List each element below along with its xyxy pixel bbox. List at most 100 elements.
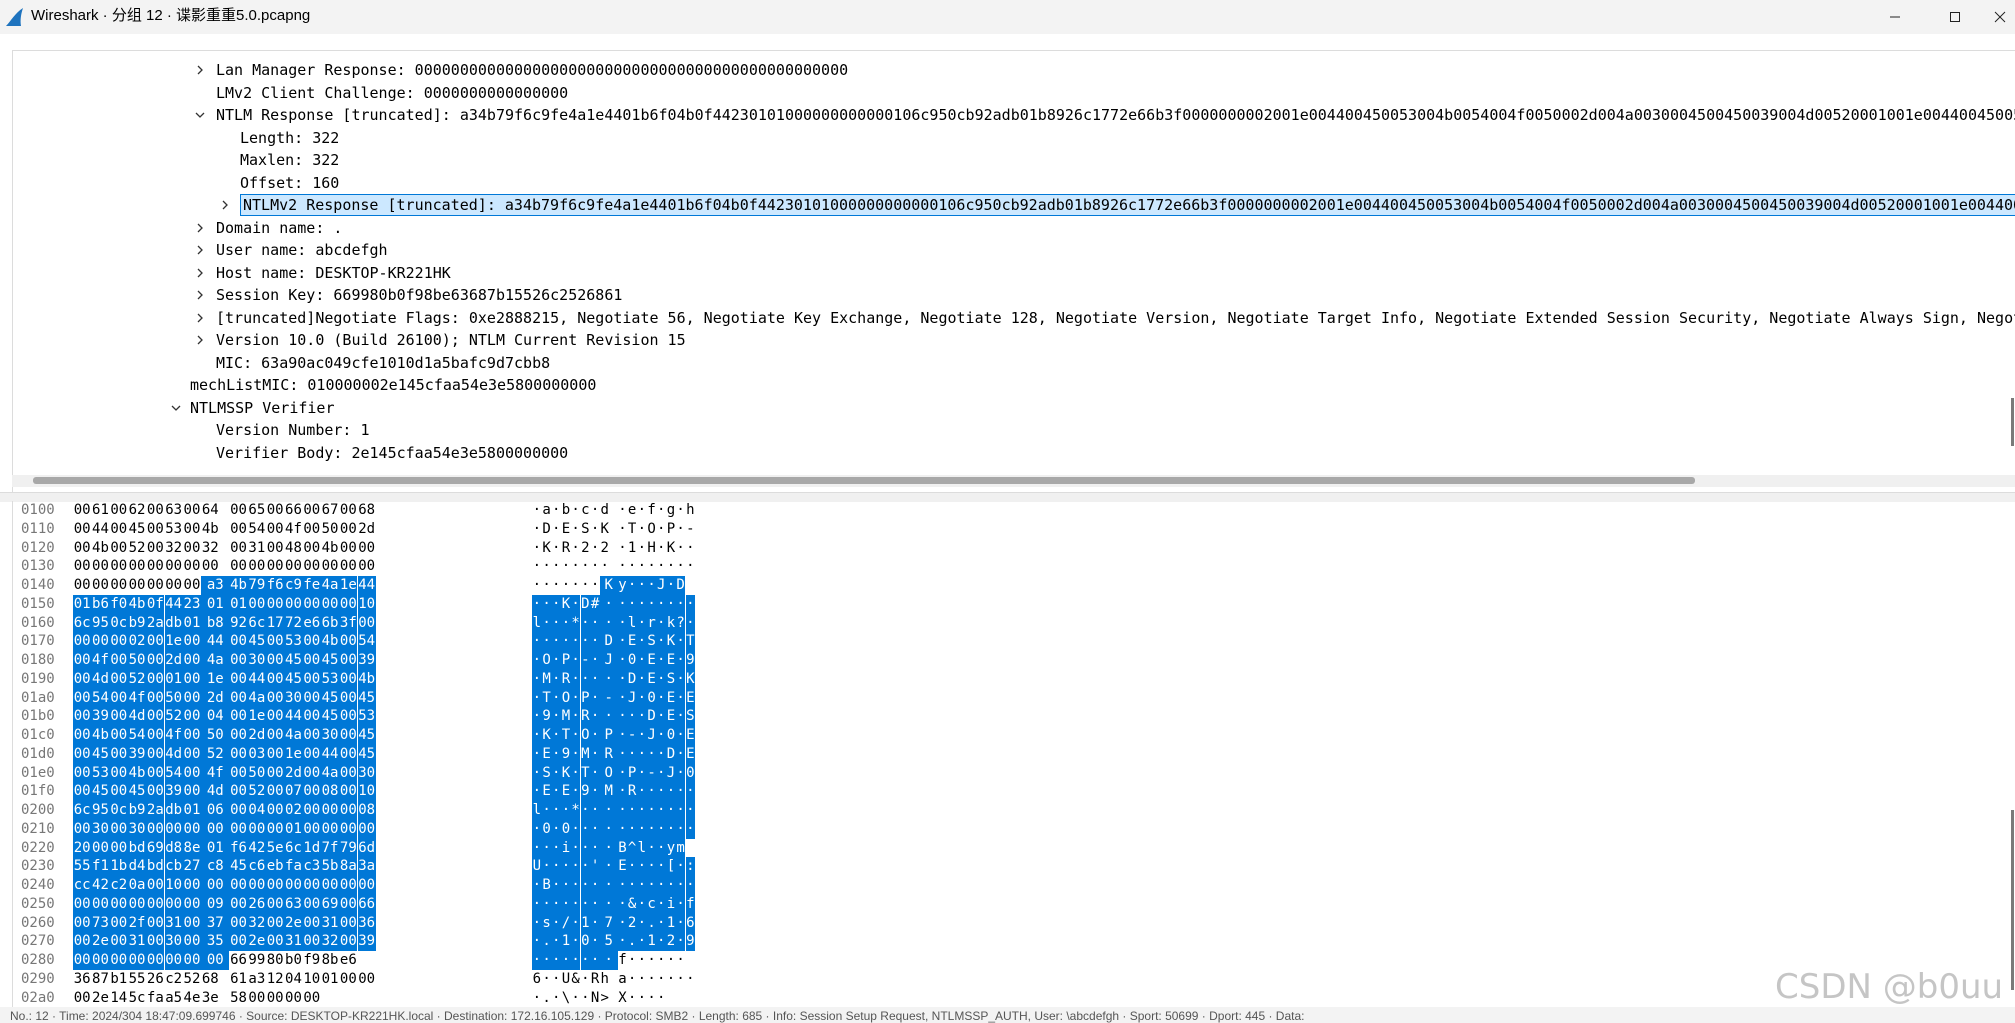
hex-byte[interactable]: 00: [91, 632, 110, 651]
hex-byte[interactable]: eb: [266, 857, 285, 876]
ascii-char[interactable]: ·: [551, 894, 562, 914]
ascii-char[interactable]: ·: [571, 989, 581, 1008]
hex-byte[interactable]: 00: [109, 669, 128, 689]
ascii-char[interactable]: ·: [627, 876, 637, 895]
hex-byte[interactable]: 00: [229, 782, 248, 801]
hex-byte[interactable]: 00: [182, 951, 202, 970]
hex-byte[interactable]: 00: [339, 707, 358, 726]
ascii-char[interactable]: 1: [561, 932, 571, 951]
ascii-char[interactable]: ·: [637, 576, 647, 595]
hex-byte[interactable]: 00: [320, 876, 340, 895]
ascii-char[interactable]: ·: [656, 819, 667, 839]
hex-byte[interactable]: 00: [303, 520, 321, 539]
ascii-char[interactable]: ·: [590, 876, 600, 895]
hex-byte[interactable]: 42: [247, 838, 266, 858]
hex-byte[interactable]: 58: [229, 989, 247, 1008]
ascii-char[interactable]: ·: [676, 501, 686, 520]
hex-byte[interactable]: 02: [127, 632, 147, 651]
ascii-char[interactable]: E: [627, 632, 637, 651]
ascii-char[interactable]: ·: [599, 801, 618, 820]
hex-byte[interactable]: 6c: [73, 801, 92, 820]
hex-byte[interactable]: a5: [165, 989, 183, 1008]
ascii-char[interactable]: 0: [685, 763, 696, 783]
hex-byte[interactable]: 04: [201, 707, 230, 726]
ascii-char[interactable]: ·: [685, 801, 696, 820]
ascii-char[interactable]: ·: [617, 669, 628, 689]
ascii-char[interactable]: ·: [590, 539, 600, 558]
ascii-char[interactable]: ·: [590, 932, 600, 951]
hex-byte[interactable]: 00: [266, 932, 285, 951]
ascii-char[interactable]: ·: [627, 576, 637, 595]
ascii-char[interactable]: 5: [599, 932, 618, 951]
ascii-char[interactable]: E: [541, 782, 552, 801]
hex-byte[interactable]: 06: [201, 801, 230, 820]
hex-row[interactable]: 0110 00 44 00 45 00 53 00 4b 00 54 00 4f 00 50 00 2d · D · E…: [13, 520, 2015, 539]
hex-byte[interactable]: 01: [201, 838, 230, 858]
hex-byte[interactable]: 03: [247, 744, 266, 764]
hex-byte[interactable]: 54: [357, 632, 376, 651]
hex-byte[interactable]: 4b: [201, 520, 219, 539]
ascii-char[interactable]: ·: [541, 632, 552, 651]
ascii-char[interactable]: ': [590, 857, 600, 876]
hex-byte[interactable]: 00: [358, 970, 376, 989]
hex-byte[interactable]: 00: [182, 651, 202, 670]
hex-byte[interactable]: 00: [229, 539, 247, 558]
ascii-char[interactable]: y: [617, 576, 628, 595]
ascii-char[interactable]: h: [686, 501, 696, 520]
ascii-char[interactable]: ·: [590, 501, 600, 520]
hex-byte[interactable]: 2d: [164, 651, 183, 670]
ascii-char[interactable]: ·: [637, 651, 647, 670]
ascii-char[interactable]: ·: [580, 857, 591, 876]
ascii-char[interactable]: ·: [647, 989, 657, 1008]
tree-row[interactable]: MIC: 63a90ac049cfe1010d1a5bafc9d7cbb8: [13, 352, 2015, 374]
ascii-char[interactable]: ·: [599, 876, 618, 895]
hex-byte[interactable]: 30: [164, 932, 183, 951]
ascii-char[interactable]: ·: [637, 932, 647, 951]
hex-byte[interactable]: 00: [266, 782, 285, 801]
hex-byte[interactable]: 00: [266, 539, 284, 558]
hex-byte[interactable]: 00: [357, 876, 376, 895]
hex-byte[interactable]: 4f: [201, 763, 230, 783]
hex-byte[interactable]: 00: [182, 819, 202, 839]
ascii-char[interactable]: ·: [581, 557, 591, 576]
ascii-char[interactable]: ·: [676, 970, 686, 989]
tree-row[interactable]: Verifier Body: 2e145cfaa54e3e5800000000: [13, 442, 2015, 464]
ascii-char[interactable]: ·: [656, 763, 667, 783]
hex-byte[interactable]: 00: [302, 726, 321, 745]
hex-byte[interactable]: 00: [73, 782, 92, 801]
hex-byte[interactable]: 4b: [357, 669, 376, 689]
hex-byte[interactable]: 00: [73, 651, 92, 670]
hex-byte[interactable]: 10: [357, 782, 376, 801]
hex-byte[interactable]: 26: [247, 894, 266, 914]
hex-byte[interactable]: 50: [321, 520, 339, 539]
hex-byte[interactable]: 00: [109, 782, 128, 801]
ascii-char[interactable]: ·: [551, 857, 562, 876]
ascii-char[interactable]: ·: [570, 838, 581, 858]
ascii-char[interactable]: ·: [570, 894, 581, 914]
ascii-char[interactable]: ·: [532, 576, 542, 595]
hex-byte[interactable]: 52: [127, 669, 147, 689]
ascii-char[interactable]: ·: [656, 651, 667, 670]
ascii-char[interactable]: ·: [646, 857, 657, 876]
ascii-char[interactable]: ·: [551, 594, 562, 614]
ascii-char[interactable]: ·: [532, 557, 542, 576]
ascii-char[interactable]: ·: [666, 576, 676, 595]
hex-byte[interactable]: 48: [284, 539, 302, 558]
ascii-char[interactable]: ·: [532, 594, 542, 614]
hex-byte[interactable]: 66: [357, 894, 376, 914]
hex-byte[interactable]: 45: [91, 782, 110, 801]
hex-byte[interactable]: 4f: [127, 688, 147, 708]
ascii-char[interactable]: ·: [656, 726, 667, 745]
hex-byte[interactable]: 92: [229, 613, 248, 633]
hex-byte[interactable]: 00: [339, 876, 358, 895]
ascii-char[interactable]: ·: [637, 726, 647, 745]
ascii-char[interactable]: ·: [532, 501, 542, 520]
ascii-char[interactable]: .: [542, 989, 552, 1008]
ascii-char[interactable]: ·: [617, 819, 628, 839]
hex-byte[interactable]: 00: [339, 594, 358, 614]
hex-byte[interactable]: c3: [302, 857, 321, 876]
ascii-char[interactable]: ·: [656, 801, 667, 820]
chevron-right-icon[interactable]: [218, 194, 232, 216]
hex-byte[interactable]: 35: [201, 932, 230, 951]
hex-byte[interactable]: 66: [229, 951, 247, 970]
